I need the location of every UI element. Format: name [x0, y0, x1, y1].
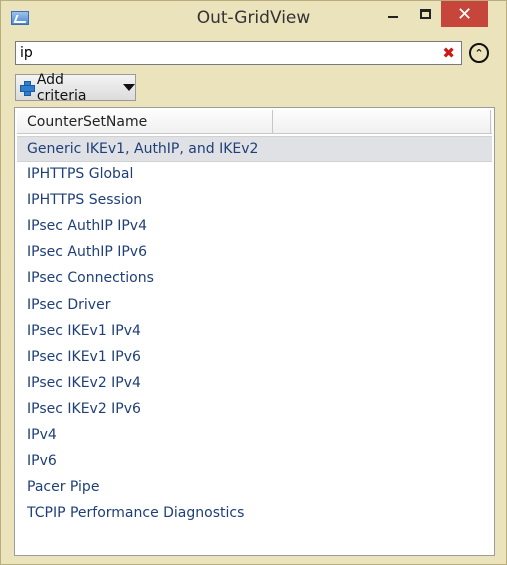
table-row[interactable]: IPsec IKEv1 IPv6	[17, 345, 492, 371]
table-row[interactable]: IPv4	[17, 423, 492, 449]
table-row[interactable]: TCPIP Performance Diagnostics	[17, 501, 492, 527]
title-bar[interactable]: Out-GridView ✕	[1, 1, 506, 35]
out-gridview-window: Out-GridView ✕ ✖ ⌃ Add criteria CounterS…	[0, 0, 507, 565]
table-row[interactable]: IPsec Driver	[17, 293, 492, 319]
maximize-button[interactable]	[410, 1, 440, 27]
grid-rows: Generic IKEv1, AuthIP, and IKEv2 IPHTTPS …	[17, 136, 492, 527]
table-row[interactable]: IPsec IKEv1 IPv4	[17, 319, 492, 345]
plus-icon	[20, 81, 35, 96]
minimize-button[interactable]	[378, 1, 408, 27]
filter-box[interactable]: ✖	[15, 41, 462, 65]
column-header-countersetname[interactable]: CounterSetName	[17, 110, 273, 134]
table-row[interactable]: IPHTTPS Session	[17, 188, 492, 214]
table-row[interactable]: IPHTTPS Global	[17, 162, 492, 188]
close-button[interactable]: ✕	[441, 1, 488, 27]
table-row[interactable]: IPsec IKEv2 IPv4	[17, 371, 492, 397]
table-row[interactable]: IPsec Connections	[17, 266, 492, 292]
table-row[interactable]: IPsec IKEv2 IPv6	[17, 397, 492, 423]
column-header-empty[interactable]	[273, 110, 491, 134]
clear-filter-icon[interactable]: ✖	[442, 44, 455, 62]
table-row[interactable]: IPsec AuthIP IPv4	[17, 214, 492, 240]
collapse-query-icon[interactable]: ⌃	[469, 43, 489, 63]
dropdown-arrow-icon	[123, 84, 135, 91]
filter-input[interactable]	[16, 42, 436, 64]
close-icon: ✕	[456, 3, 473, 25]
minimize-icon	[388, 16, 398, 18]
table-row[interactable]: IPv6	[17, 449, 492, 475]
table-row[interactable]: Pacer Pipe	[17, 475, 492, 501]
add-criteria-label: Add criteria	[36, 71, 87, 104]
grid-header: CounterSetName	[17, 110, 492, 134]
table-row[interactable]: Generic IKEv1, AuthIP, and IKEv2	[17, 136, 492, 163]
results-grid[interactable]: CounterSetName Generic IKEv1, AuthIP, an…	[14, 107, 495, 556]
maximize-icon	[419, 9, 431, 19]
table-row[interactable]: IPsec AuthIP IPv6	[17, 240, 492, 266]
add-criteria-button[interactable]: Add criteria	[15, 71, 136, 104]
